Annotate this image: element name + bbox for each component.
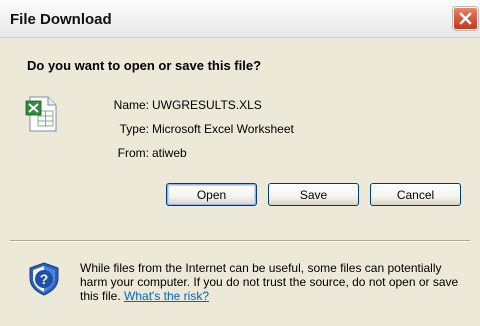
dialog-heading: Do you want to open or save this file? bbox=[27, 58, 262, 73]
close-button[interactable] bbox=[453, 7, 478, 30]
from-label: From: bbox=[117, 146, 149, 160]
window-title: File Download bbox=[10, 11, 112, 28]
file-name-row: Name: UWGRESULTS.XLS bbox=[0, 98, 480, 114]
file-type-row: Type: Microsoft Excel Worksheet bbox=[0, 122, 480, 138]
save-button[interactable]: Save bbox=[268, 183, 359, 206]
file-from-row: From: atiweb bbox=[0, 146, 480, 162]
type-value: Microsoft Excel Worksheet bbox=[152, 122, 294, 136]
svg-text:?: ? bbox=[40, 271, 49, 287]
divider bbox=[10, 240, 470, 242]
open-button[interactable]: Open bbox=[166, 183, 257, 206]
from-value: atiweb bbox=[152, 146, 187, 160]
name-value: UWGRESULTS.XLS bbox=[152, 98, 262, 112]
cancel-button[interactable]: Cancel bbox=[370, 183, 461, 206]
file-download-dialog: File Download Do you want to open or sav… bbox=[0, 0, 480, 326]
security-shield-icon: ? bbox=[29, 262, 59, 296]
close-icon bbox=[459, 12, 472, 25]
type-label: Type: bbox=[119, 122, 149, 136]
security-warning: While files from the Internet can be use… bbox=[80, 261, 470, 303]
name-label: Name: bbox=[113, 98, 149, 112]
title-bar[interactable]: File Download bbox=[0, 0, 480, 38]
whats-the-risk-link[interactable]: What's the risk? bbox=[124, 289, 209, 303]
